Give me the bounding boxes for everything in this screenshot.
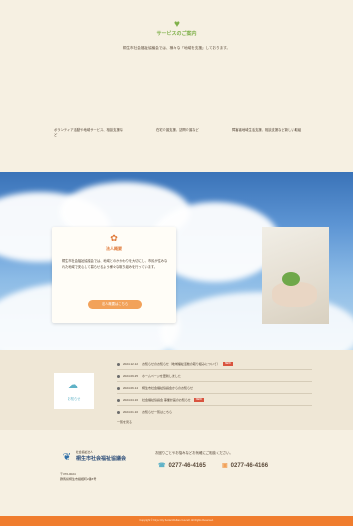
services-heading: サービスのご案内 <box>156 31 197 37</box>
divider <box>117 405 312 406</box>
services-section: ♥ サービスのご案内 桐生市社会福祉協議会では、様々な「地域を支援」しております… <box>0 0 353 172</box>
hero-card-text: 桐生市社会福祉協議会では、地域とのかかわりを大切にし、市民が住みなれた地域で安心… <box>62 259 168 269</box>
divider <box>117 393 312 394</box>
divider <box>117 369 312 370</box>
contact-lead: お困りごとやお悩みなどお気軽にご相談ください。 <box>155 451 233 455</box>
heart-icon: ♥ <box>174 19 180 30</box>
address: 〒376-0024 群馬県桐生市織姫町2番5号 <box>60 472 96 482</box>
news-item[interactable]: 2024.09.25 ホームページを更新しました <box>117 374 181 379</box>
phone-tel[interactable]: ☎ 0277-46-4165 <box>158 462 206 469</box>
bullet-icon <box>117 386 120 390</box>
org-type: 社会福祉法人 <box>76 450 93 454</box>
org-name: 桐生市社会福祉協議会 <box>76 456 127 462</box>
cloud-icon: ☁ <box>68 380 78 391</box>
news-item[interactable]: 2024.06.14 桐生市社会福祉協議会からのお知らせ <box>117 386 193 391</box>
news-tag: NEW <box>193 398 204 403</box>
news-item[interactable]: 2024.01.10 お知らせ一覧はこちら <box>117 410 172 415</box>
news-date: 2024.12.12 <box>123 362 139 366</box>
news-title[interactable]: ホームページを更新しました <box>142 374 181 378</box>
services-subheading: 桐生市社会福祉協議会では、様々な「地域を支援」しております。 <box>122 46 231 50</box>
page: ♥ サービスのご案内 桐生市社会福祉協議会では、様々な「地域を支援」しております… <box>0 0 353 526</box>
news-date: 2024.04.16 <box>123 398 139 402</box>
bullet-icon <box>117 362 120 366</box>
news-label: お知らせ <box>67 397 81 401</box>
footer <box>0 430 353 516</box>
news-date: 2024.06.14 <box>123 386 139 390</box>
news-title[interactable]: 社会福祉協議会 事業計画のお知らせ <box>142 398 191 402</box>
hands-photo <box>262 227 329 324</box>
news-tag: NEW <box>222 362 233 367</box>
news-title[interactable]: 桐生市社会福祉協議会からのお知らせ <box>142 386 193 390</box>
fax-icon: ▣ <box>222 463 228 469</box>
service-item-support[interactable]: 障害者地域生活支援、相談支援など新しい取組 <box>232 128 312 133</box>
street-address: 群馬県桐生市織姫町2番5号 <box>60 477 97 481</box>
news-date: 2024.09.25 <box>123 374 139 378</box>
news-more-link[interactable]: 一覧を見る <box>117 420 132 424</box>
service-item-volunteer[interactable]: ボランティア活動や地域サービス、相談支援など <box>54 128 124 138</box>
clover-shape <box>282 272 300 286</box>
phone-fax[interactable]: ▣ 0277-46-4166 <box>222 462 268 469</box>
bullet-icon <box>117 398 120 402</box>
hero-card-title: 法人概要 <box>106 246 122 251</box>
service-item-care[interactable]: 在宅介護支援、訪問介護など <box>156 128 216 133</box>
news-item[interactable]: 2024.04.16 社会福祉協議会 事業計画のお知らせ NEW <box>117 398 204 403</box>
flower-icon: ✿ <box>110 233 118 243</box>
hero-section: ✿ 法人概要 桐生市社会福祉協議会では、地域とのかかわりを大切にし、市民が住みな… <box>0 172 353 350</box>
phone-number[interactable]: 0277-46-4165 <box>168 463 205 469</box>
bullet-icon <box>117 410 120 414</box>
hand-shape <box>272 282 317 307</box>
phone-icon: ☎ <box>158 463 166 469</box>
bullet-icon <box>117 374 120 378</box>
news-title[interactable]: お知らせのお知らせ（地域福祉活動の取り組みについて） <box>142 362 220 366</box>
news-date: 2024.01.10 <box>123 410 139 414</box>
copyright: Copyright © Kiryu City Social Welfare Co… <box>139 519 214 522</box>
hero-card: ✿ 法人概要 桐生市社会福祉協議会では、地域とのかかわりを大切にし、市民が住みな… <box>52 227 176 323</box>
divider <box>117 381 312 382</box>
logo-icon: ❦ <box>62 452 72 463</box>
fax-number[interactable]: 0277-46-4166 <box>231 463 268 469</box>
news-item[interactable]: 2024.12.12 お知らせのお知らせ（地域福祉活動の取り組みについて） NEW <box>117 362 233 367</box>
news-title[interactable]: お知らせ一覧はこちら <box>142 410 172 414</box>
hero-card-button[interactable]: 法人概要はこちら <box>88 300 142 309</box>
